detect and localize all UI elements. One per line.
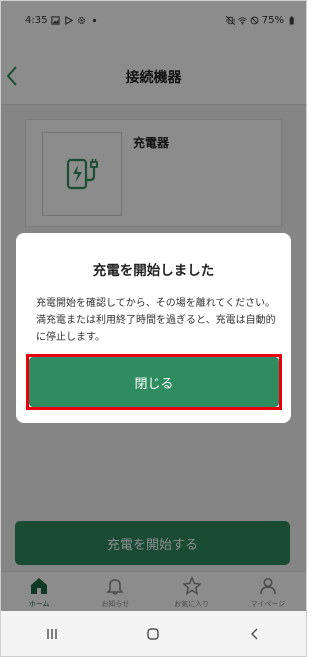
dialog-title: 充電を開始しました xyxy=(92,263,215,279)
close-button[interactable]: 閉じる xyxy=(29,357,279,407)
system-nav-bar xyxy=(1,611,306,656)
back-nav-icon[interactable] xyxy=(247,626,263,642)
dialog-message: 充電開始を確認してから、その場を離れてください。満充電または利用終了時間を過ぎる… xyxy=(36,298,276,343)
recent-apps-icon[interactable] xyxy=(44,626,60,642)
home-nav-icon[interactable] xyxy=(145,626,161,642)
charging-started-dialog: 充電を開始しました 充電開始を確認してから、その場を離れてください。満充電または… xyxy=(16,233,291,423)
